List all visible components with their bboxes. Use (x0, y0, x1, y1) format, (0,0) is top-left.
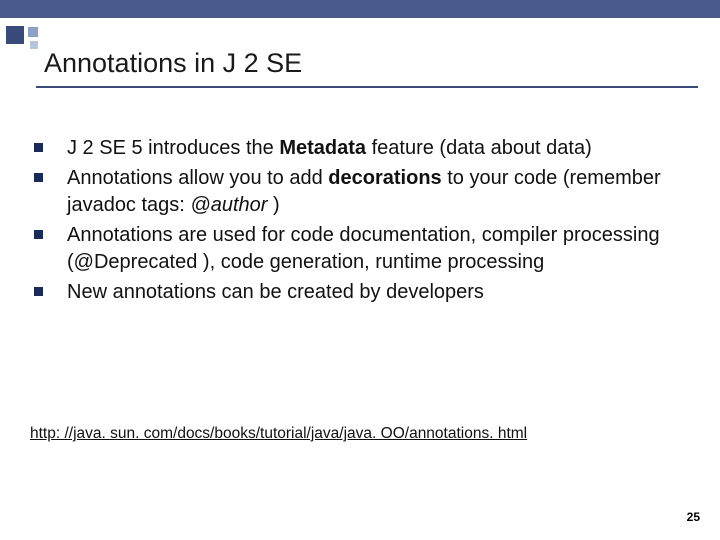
square-icon (28, 27, 38, 37)
bullet-text: J 2 SE 5 introduces the Metadata feature… (67, 135, 592, 163)
bullet-text: Annotations allow you to add decorations… (67, 165, 680, 220)
bullet-square-icon (34, 173, 43, 182)
text-run: feature (data about data) (366, 137, 592, 159)
reference-link: http: //java. sun. com/docs/books/tutori… (30, 425, 527, 443)
text-bold: Metadata (279, 137, 366, 159)
text-run: New annotations can be created by develo… (67, 281, 484, 303)
page-number: 25 (687, 510, 700, 524)
text-run: Annotations are used for code documentat… (67, 224, 660, 274)
bullet-square-icon (34, 230, 43, 239)
list-item: Annotations are used for code documentat… (34, 222, 680, 277)
bullet-text: New annotations can be created by develo… (67, 279, 484, 307)
decorative-squares (6, 26, 38, 44)
bullet-list: J 2 SE 5 introduces the Metadata feature… (34, 135, 680, 309)
list-item: J 2 SE 5 introduces the Metadata feature… (34, 135, 680, 163)
square-icon (30, 41, 38, 49)
slide-title: Annotations in J 2 SE (44, 48, 302, 79)
top-accent-bar (0, 0, 720, 18)
text-run: Annotations allow you to add (67, 167, 328, 189)
text-italic: @author (190, 194, 267, 216)
bullet-text: Annotations are used for code documentat… (67, 222, 680, 277)
list-item: New annotations can be created by develo… (34, 279, 680, 307)
title-underline (36, 86, 698, 88)
list-item: Annotations allow you to add decorations… (34, 165, 680, 220)
text-run: ) (267, 194, 279, 216)
bullet-square-icon (34, 143, 43, 152)
text-bold: decorations (328, 167, 441, 189)
bullet-square-icon (34, 287, 43, 296)
square-icon (6, 26, 24, 44)
text-run: J 2 SE 5 introduces the (67, 137, 279, 159)
